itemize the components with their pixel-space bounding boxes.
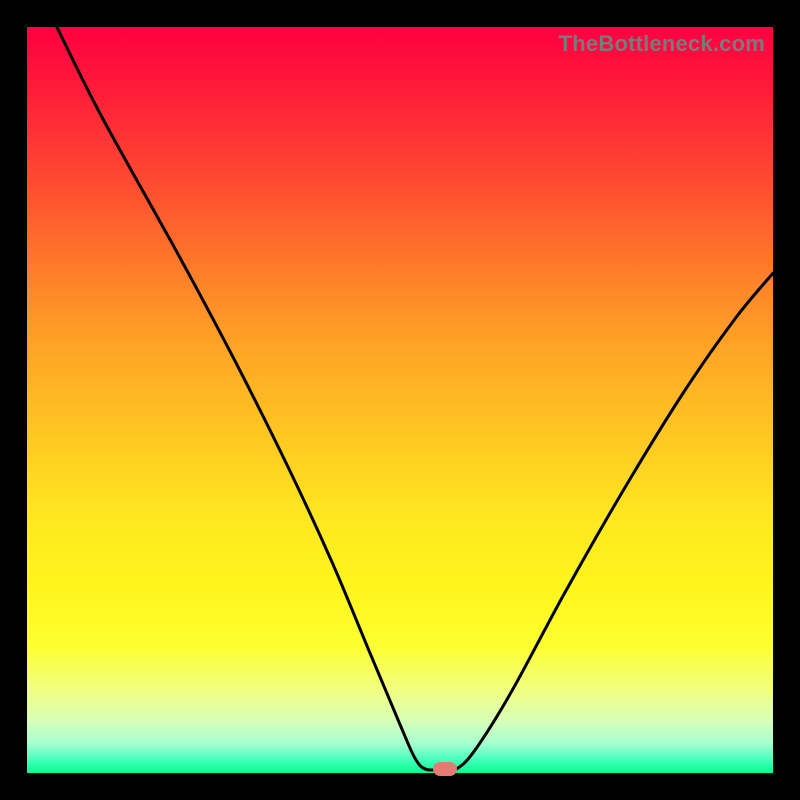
chart-frame: TheBottleneck.com xyxy=(0,0,800,800)
optimum-marker xyxy=(433,762,457,776)
plot-area: TheBottleneck.com xyxy=(27,27,773,773)
bottleneck-curve xyxy=(27,27,773,773)
